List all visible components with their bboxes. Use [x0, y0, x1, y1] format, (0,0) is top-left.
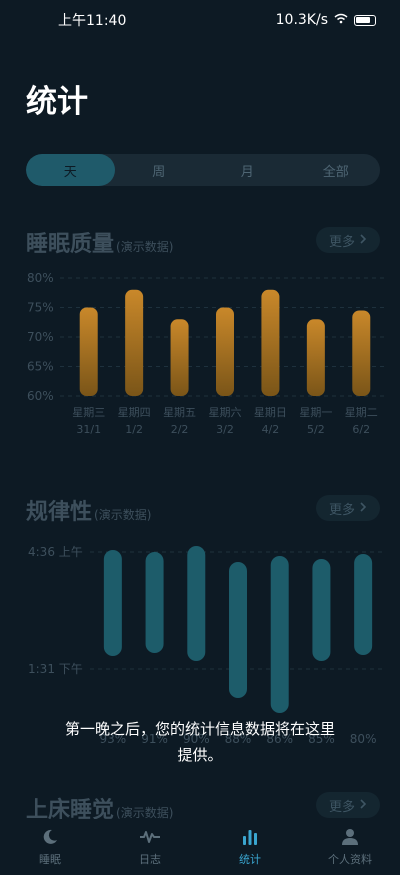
- bedtime-subtitle: (演示数据): [116, 806, 174, 820]
- x-date-label: 3/2: [216, 423, 234, 436]
- regularity-bar: [229, 562, 247, 698]
- x-date-label: 5/2: [307, 423, 325, 436]
- regularity-bar: [187, 546, 206, 661]
- regularity-bar: [270, 556, 289, 713]
- regularity-bar: [354, 554, 373, 655]
- regularity-bar: [103, 550, 122, 656]
- y-tick-label: 70%: [27, 330, 54, 344]
- chevron-right-icon: [359, 501, 367, 516]
- moon-icon: [39, 827, 61, 847]
- tab-all[interactable]: 全部: [292, 154, 381, 186]
- x-tick-label: 星期一: [299, 406, 332, 419]
- regularity-subtitle: (演示数据): [94, 508, 152, 522]
- y-tick-label: 4:36 上午: [28, 545, 83, 559]
- status-right: 10.3K/s: [276, 12, 376, 28]
- pulse-icon: [139, 827, 161, 847]
- person-icon: [339, 827, 361, 847]
- x-tick-label: 星期五: [163, 406, 196, 419]
- y-tick-label: 80%: [27, 271, 54, 285]
- toast-line-1: 第一晚之后，您的统计信息数据将在这里: [64, 720, 335, 738]
- x-date-label: 1/2: [125, 423, 143, 436]
- quality-title: 睡眠质量: [26, 232, 115, 257]
- period-tabs: 天 周 月 全部: [26, 154, 380, 186]
- page-title: 统计: [26, 84, 88, 120]
- y-tick-label: 65%: [27, 360, 54, 374]
- regularity-title: 规律性: [26, 500, 93, 525]
- quality-more-button[interactable]: 更多: [316, 227, 380, 253]
- quality-bar: [170, 319, 189, 396]
- quality-bar: [352, 310, 371, 396]
- x-date-label: 2/2: [171, 423, 189, 436]
- quality-bar: [79, 307, 98, 396]
- status-bar: 上午11:40 10.3K/s: [0, 0, 400, 40]
- quality-bar: [216, 307, 234, 396]
- bedtime-more-label: 更多: [328, 799, 355, 815]
- regularity-section-title: 规律性 (演示数据): [26, 494, 151, 526]
- nav-sleep-label: 睡眠: [39, 853, 61, 866]
- x-tick-label: 星期三: [72, 406, 105, 419]
- nav-log-label: 日志: [139, 853, 161, 866]
- x-date-label: 31/1: [76, 423, 101, 436]
- x-tick-label: 星期六: [209, 406, 242, 419]
- wifi-icon: [334, 12, 348, 28]
- x-tick-label: 星期二: [345, 406, 378, 419]
- quality-subtitle: (演示数据): [116, 240, 174, 254]
- chevron-right-icon: [359, 233, 367, 248]
- empty-state-toast: 第一晚之后，您的统计信息数据将在这里 提供。: [0, 716, 400, 768]
- toast-line-2: 提供。: [177, 746, 223, 764]
- y-tick-label: 75%: [27, 301, 54, 315]
- bedtime-more-button[interactable]: 更多: [316, 792, 380, 818]
- x-date-label: 6/2: [352, 423, 370, 436]
- quality-bar: [261, 289, 280, 396]
- chevron-right-icon: [359, 798, 367, 813]
- nav-profile[interactable]: 个人资料: [300, 819, 400, 875]
- sleep-quality-chart: 80% 75% 70% 65% 60% 星期三 31/1 星期四 1/2 星期五 2/2 星期六 3/2…: [27, 271, 384, 436]
- regularity-bar: [145, 552, 164, 653]
- network-speed: 10.3K/s: [275, 12, 328, 28]
- bottom-nav: 睡眠 日志 统计 个人资料: [0, 819, 400, 875]
- nav-stats-label: 统计: [239, 853, 261, 866]
- regularity-bar: [312, 559, 331, 661]
- regularity-more-button[interactable]: 更多: [316, 495, 380, 521]
- quality-bar: [125, 289, 144, 396]
- battery-icon: [354, 14, 376, 26]
- nav-sleep[interactable]: 睡眠: [0, 819, 100, 875]
- nav-profile-label: 个人资料: [328, 853, 372, 866]
- tab-day[interactable]: 天: [26, 154, 115, 186]
- x-tick-label: 星期四: [118, 406, 151, 419]
- y-tick-label: 60%: [27, 389, 54, 403]
- tab-week[interactable]: 周: [115, 154, 204, 186]
- quality-bar: [306, 319, 325, 396]
- x-tick-label: 星期日: [254, 406, 287, 419]
- quality-more-label: 更多: [328, 234, 355, 250]
- regularity-more-label: 更多: [328, 502, 355, 518]
- status-time: 上午11:40: [58, 13, 127, 29]
- x-date-label: 4/2: [262, 423, 280, 436]
- y-tick-label: 1:31 下午: [28, 662, 83, 676]
- tab-month[interactable]: 月: [203, 154, 292, 186]
- nav-stats[interactable]: 统计: [200, 819, 300, 875]
- quality-section-title: 睡眠质量 (演示数据): [26, 226, 173, 258]
- nav-log[interactable]: 日志: [100, 819, 200, 875]
- bar-chart-icon: [239, 827, 261, 847]
